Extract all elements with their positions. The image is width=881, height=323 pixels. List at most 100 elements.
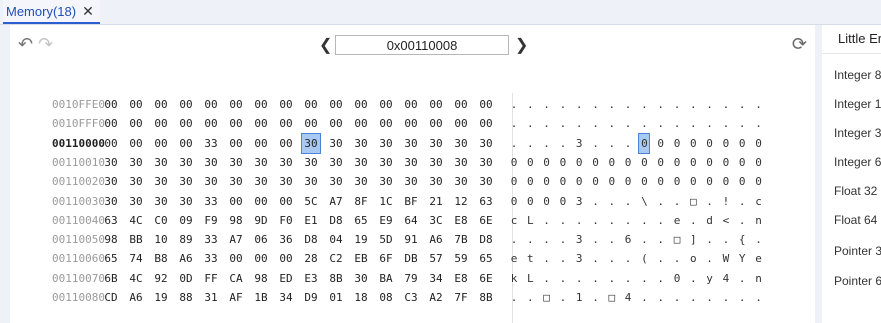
hex-byte[interactable]: 30 bbox=[352, 153, 370, 172]
ascii-char[interactable]: 3 bbox=[574, 192, 584, 211]
hex-byte[interactable]: A6 bbox=[127, 288, 145, 307]
ascii-char[interactable]: 0 bbox=[558, 172, 568, 191]
hex-byte[interactable]: 30 bbox=[127, 172, 145, 191]
ascii-char[interactable]: . bbox=[721, 230, 731, 249]
hex-byte[interactable]: 34 bbox=[277, 288, 295, 307]
ascii-char[interactable]: . bbox=[558, 95, 568, 114]
hex-byte[interactable]: 00 bbox=[177, 95, 195, 114]
ascii-char[interactable]: □ bbox=[688, 192, 698, 211]
ascii-char[interactable]: . bbox=[656, 249, 666, 268]
ascii-char[interactable]: . bbox=[558, 269, 568, 288]
hex-byte[interactable]: 00 bbox=[152, 114, 170, 133]
ascii-char[interactable]: 0 bbox=[509, 172, 519, 191]
hex-byte[interactable]: 33 bbox=[202, 230, 220, 249]
ascii-char[interactable]: . bbox=[542, 134, 552, 153]
hex-byte[interactable]: 00 bbox=[252, 249, 270, 268]
hex-byte[interactable]: 30 bbox=[402, 153, 420, 172]
hex-byte[interactable]: 00 bbox=[302, 114, 320, 133]
hex-byte[interactable]: 30 bbox=[277, 172, 295, 191]
ascii-char[interactable]: . bbox=[591, 192, 601, 211]
hex-byte[interactable]: 00 bbox=[327, 114, 345, 133]
ascii-char[interactable]: 0 bbox=[721, 134, 731, 153]
ascii-char[interactable]: { bbox=[737, 230, 747, 249]
ascii-char[interactable]: 1 bbox=[574, 288, 584, 307]
ascii-char[interactable]: . bbox=[672, 249, 682, 268]
ascii-char[interactable]: ! bbox=[721, 192, 731, 211]
hex-byte[interactable]: 12 bbox=[452, 192, 470, 211]
ascii-char[interactable]: 0 bbox=[542, 153, 552, 172]
hex-byte[interactable]: A7 bbox=[327, 192, 345, 211]
ascii-char[interactable]: 0 bbox=[574, 172, 584, 191]
hex-byte[interactable]: CD bbox=[102, 288, 120, 307]
ascii-char[interactable]: . bbox=[656, 269, 666, 288]
refresh-icon[interactable]: ⟳ bbox=[792, 34, 807, 55]
hex-byte[interactable]: 8F bbox=[352, 192, 370, 211]
ascii-char[interactable]: 0 bbox=[574, 153, 584, 172]
ascii-char[interactable]: □ bbox=[542, 288, 552, 307]
ascii-char[interactable]: □ bbox=[672, 230, 682, 249]
hex-byte[interactable]: 00 bbox=[127, 114, 145, 133]
hex-byte[interactable]: 6B bbox=[102, 269, 120, 288]
ascii-char[interactable]: . bbox=[591, 269, 601, 288]
hex-byte[interactable]: FF bbox=[202, 269, 220, 288]
hex-byte[interactable]: 30 bbox=[252, 172, 270, 191]
ascii-char[interactable]: 0 bbox=[638, 132, 651, 154]
hex-byte[interactable]: 10 bbox=[152, 230, 170, 249]
ascii-char[interactable]: 0 bbox=[688, 153, 698, 172]
ascii-char[interactable]: . bbox=[721, 95, 731, 114]
hex-byte[interactable]: 30 bbox=[127, 192, 145, 211]
ascii-char[interactable]: . bbox=[558, 134, 568, 153]
ascii-char[interactable]: . bbox=[754, 95, 764, 114]
ascii-char[interactable]: . bbox=[754, 288, 764, 307]
hex-byte[interactable]: 30 bbox=[452, 172, 470, 191]
hex-byte[interactable]: 00 bbox=[202, 95, 220, 114]
ascii-char[interactable]: k bbox=[509, 269, 519, 288]
ascii-char[interactable]: . bbox=[672, 192, 682, 211]
ascii-char[interactable]: . bbox=[672, 114, 682, 133]
hex-byte[interactable]: 30 bbox=[377, 153, 395, 172]
ascii-char[interactable]: . bbox=[591, 288, 601, 307]
hex-byte[interactable]: 59 bbox=[452, 249, 470, 268]
ascii-char[interactable]: 0 bbox=[737, 153, 747, 172]
hex-byte[interactable]: ED bbox=[277, 269, 295, 288]
ascii-char[interactable]: . bbox=[607, 95, 617, 114]
ascii-char[interactable]: . bbox=[705, 249, 715, 268]
hex-byte[interactable]: 30 bbox=[202, 172, 220, 191]
ascii-char[interactable]: o bbox=[688, 249, 698, 268]
ascii-char[interactable]: . bbox=[639, 211, 649, 230]
hex-byte[interactable]: 1C bbox=[377, 192, 395, 211]
hex-byte[interactable]: C2 bbox=[327, 249, 345, 268]
ascii-char[interactable]: L bbox=[525, 269, 535, 288]
ascii-char[interactable]: 0 bbox=[688, 134, 698, 153]
hex-byte[interactable]: 63 bbox=[102, 211, 120, 230]
ascii-char[interactable]: 0 bbox=[656, 134, 666, 153]
ascii-char[interactable]: . bbox=[591, 134, 601, 153]
hex-byte[interactable]: 30 bbox=[327, 134, 345, 153]
hex-byte[interactable]: 30 bbox=[402, 134, 420, 153]
ascii-char[interactable]: 0 bbox=[639, 153, 649, 172]
ascii-char[interactable]: . bbox=[656, 192, 666, 211]
ascii-char[interactable]: 0 bbox=[525, 172, 535, 191]
hex-byte[interactable]: 92 bbox=[152, 269, 170, 288]
ascii-char[interactable]: . bbox=[721, 288, 731, 307]
tab-memory[interactable]: Memory(18) ✕ bbox=[3, 0, 100, 24]
ascii-char[interactable]: . bbox=[639, 114, 649, 133]
hex-byte[interactable]: CA bbox=[227, 269, 245, 288]
hex-byte[interactable]: 30 bbox=[402, 172, 420, 191]
hex-byte[interactable]: 00 bbox=[277, 249, 295, 268]
ascii-char[interactable]: . bbox=[574, 211, 584, 230]
hex-byte[interactable]: 00 bbox=[402, 95, 420, 114]
hex-byte[interactable]: 30 bbox=[177, 192, 195, 211]
ascii-char[interactable]: . bbox=[525, 134, 535, 153]
hex-byte[interactable]: 00 bbox=[102, 134, 120, 153]
ascii-char[interactable]: 0 bbox=[721, 153, 731, 172]
hex-byte[interactable]: 30 bbox=[152, 192, 170, 211]
hex-byte[interactable]: B8 bbox=[152, 249, 170, 268]
hex-byte[interactable]: 30 bbox=[477, 172, 495, 191]
ascii-char[interactable]: . bbox=[509, 288, 519, 307]
ascii-char[interactable]: . bbox=[623, 95, 633, 114]
ascii-char[interactable]: Y bbox=[737, 249, 747, 268]
ascii-char[interactable]: . bbox=[656, 288, 666, 307]
ascii-char[interactable]: . bbox=[509, 114, 519, 133]
ascii-char[interactable]: . bbox=[509, 95, 519, 114]
